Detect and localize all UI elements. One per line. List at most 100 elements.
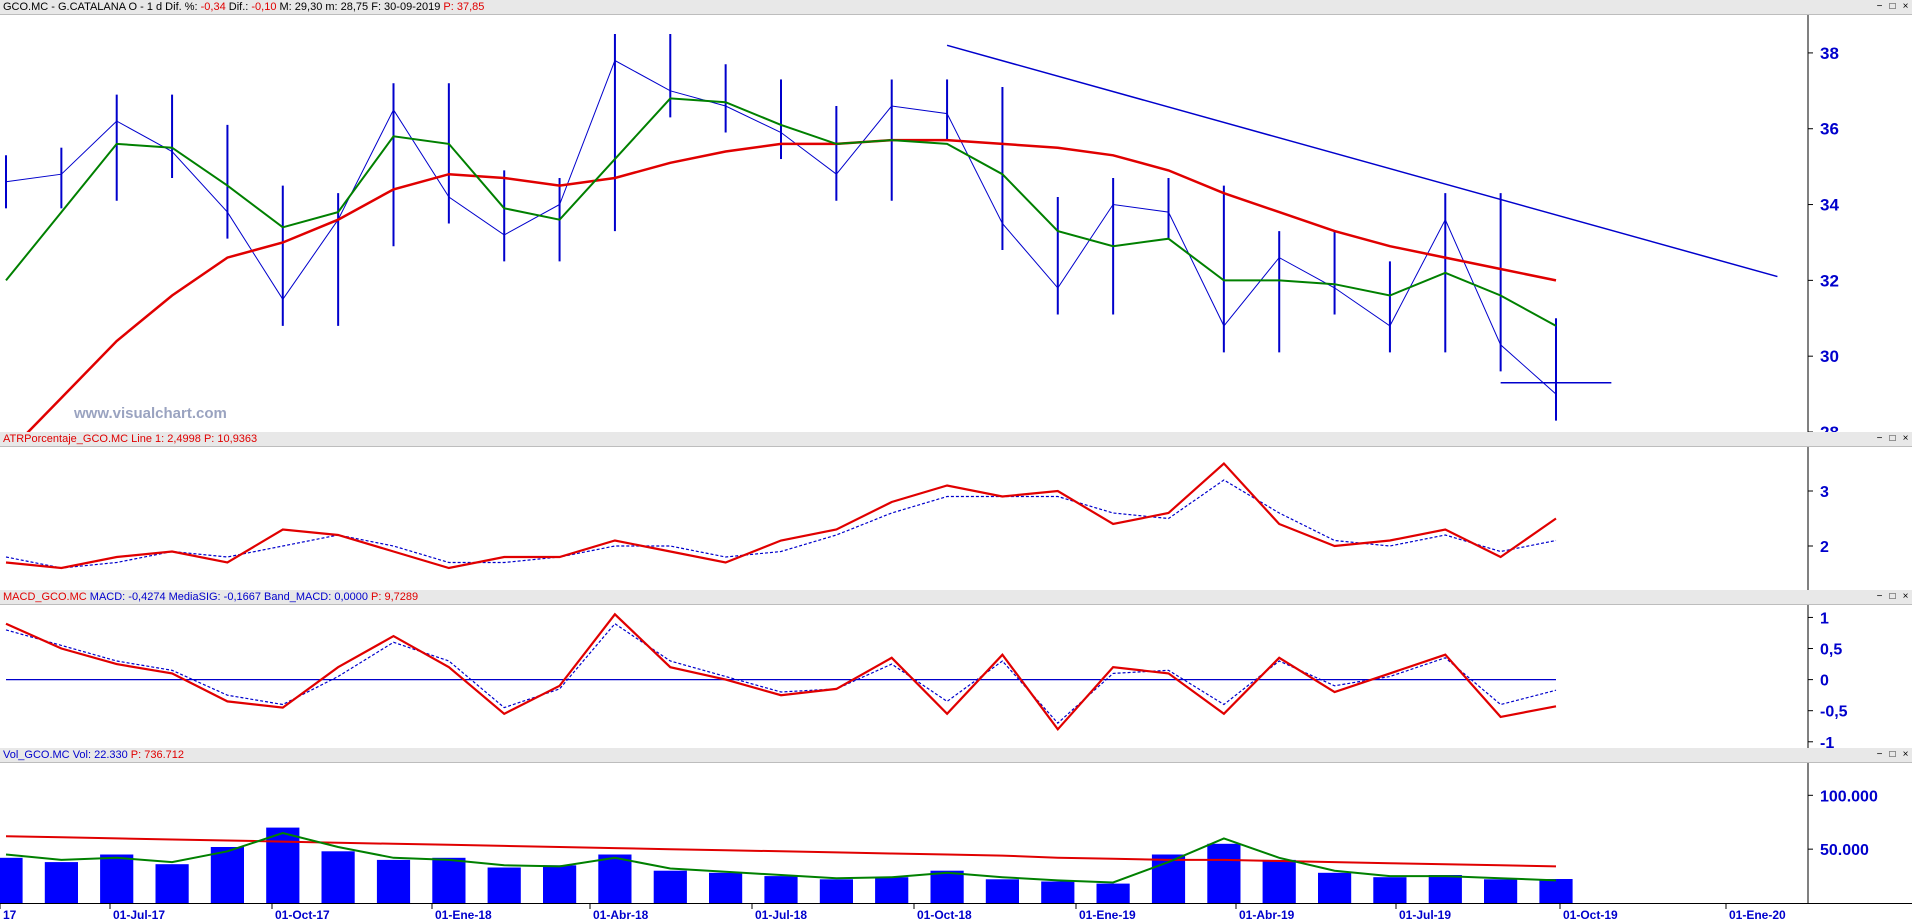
ma-long-line xyxy=(26,138,1557,432)
price-close-icon[interactable]: × xyxy=(1900,1,1911,12)
trendline[interactable] xyxy=(946,44,1778,278)
volume-bar xyxy=(1041,881,1075,903)
volume-bar xyxy=(266,827,300,903)
atr-chart[interactable]: 32 xyxy=(0,447,1912,590)
price-y-tick-label: 28 xyxy=(1820,423,1839,432)
macd-panel[interactable]: MACD_GCO.MC MACD: -0,4274 MediaSIG: -0,1… xyxy=(0,590,1912,748)
macd-y-tick-label: -0,5 xyxy=(1820,704,1848,721)
x-tick-label: 17 xyxy=(3,908,17,922)
vol-y-tick-label: 50.000 xyxy=(1820,842,1869,859)
macd-header-part: P: 9,7289 xyxy=(371,591,419,603)
macd-signal-line xyxy=(5,622,1557,724)
macd-y-tick-label: -1 xyxy=(1820,735,1834,748)
macd-chart[interactable]: 1 0,5 0 -0,5 -1 xyxy=(0,605,1912,748)
price-maximize-icon[interactable]: □ xyxy=(1887,1,1898,12)
volume-bar xyxy=(930,870,964,903)
year-label: 2020 xyxy=(1727,903,1754,904)
macd-header-part: MACD: -0,4274 MediaSIG: -0,1667 Band_MAC… xyxy=(89,591,372,603)
vol-header-part: P: 736.712 xyxy=(130,749,185,761)
volume-bar xyxy=(764,876,798,903)
volume-bar xyxy=(1373,877,1407,903)
atr-close-icon[interactable]: × xyxy=(1900,433,1911,444)
volume-bar xyxy=(100,854,134,903)
x-axis: 17 01-Jul-17 01-Oct-17 01-Ene-18 01-Abr-18 01… xyxy=(0,903,1912,923)
volume-bar xyxy=(210,847,244,903)
volume-bar xyxy=(155,864,189,903)
x-tick-label: 01-Jul-18 xyxy=(755,908,807,922)
x-tick-label: 01-Jul-17 xyxy=(113,908,165,922)
atr-minimize-icon[interactable]: − xyxy=(1874,433,1885,444)
volume-bar xyxy=(1484,879,1518,903)
price-header: GCO.MC - G.CATALANA O - 1 d Dif. %: -0,3… xyxy=(0,0,1912,15)
volume-bar xyxy=(1262,859,1296,903)
atr-header-part: ATRPorcentaje_GCO.MC Line 1: 2,4998 xyxy=(3,433,204,445)
price-header-part: -0,10 xyxy=(251,1,277,13)
macd-y-tick-label: 1 xyxy=(1820,610,1829,627)
volume-bar xyxy=(875,877,909,903)
price-header-part: P: 37,85 xyxy=(443,1,485,13)
volume-chart[interactable]: 100.000 50.000 xyxy=(0,763,1912,903)
price-panel[interactable]: GCO.MC - G.CATALANA O - 1 d Dif. %: -0,3… xyxy=(0,0,1912,432)
volume-panel[interactable]: Vol_GCO.MC Vol: 22.330 P: 736.712 − □ × 100… xyxy=(0,748,1912,903)
price-header-part: M: 29,30 m: 28,75 F: 30-09-2019 xyxy=(276,1,444,13)
x-tick-label: 01-Ene-19 xyxy=(1079,908,1136,922)
volume-bar xyxy=(543,865,577,903)
volume-bar xyxy=(321,851,355,903)
price-header-part: GCO.MC - G.CATALANA O - 1 d Dif. %: xyxy=(3,1,201,13)
volume-bar xyxy=(819,879,853,903)
macd-minimize-icon[interactable]: − xyxy=(1874,591,1885,602)
volume-bar xyxy=(376,859,411,903)
atr-header: ATRPorcentaje_GCO.MC Line 1: 2,4998 P: 1… xyxy=(0,432,1912,447)
macd-header: MACD_GCO.MC MACD: -0,4274 MediaSIG: -0,1… xyxy=(0,590,1912,605)
macd-y-tick-label: 0 xyxy=(1820,673,1829,690)
price-y-tick-label: 36 xyxy=(1820,120,1839,139)
volume-bar xyxy=(0,857,23,903)
x-tick-label: 01-Abr-18 xyxy=(593,908,649,922)
x-tick-label: 01-Oct-19 xyxy=(1563,908,1618,922)
volume-bar xyxy=(44,862,78,903)
volume-bar xyxy=(1318,872,1352,903)
price-header-part: Dif.: xyxy=(225,1,252,13)
volume-bar xyxy=(1428,875,1462,903)
atr-maximize-icon[interactable]: □ xyxy=(1887,433,1898,444)
price-chart[interactable]: 38 36 34 32 30 28 xyxy=(0,15,1912,432)
vol-y-tick-label: 100.000 xyxy=(1820,788,1878,805)
x-tick-label: 01-Oct-17 xyxy=(275,908,330,922)
macd-close-icon[interactable]: × xyxy=(1900,591,1911,602)
atr-line xyxy=(5,461,1557,570)
vol-maximize-icon[interactable]: □ xyxy=(1887,749,1898,760)
macd-y-tick-label: 0,5 xyxy=(1820,642,1842,659)
price-y-tick-label: 30 xyxy=(1820,347,1839,366)
atr-header-text: ATRPorcentaje_GCO.MC Line 1: 2,4998 P: 1… xyxy=(0,433,257,445)
macd-header-part: MACD_GCO.MC xyxy=(3,591,90,603)
macd-maximize-icon[interactable]: □ xyxy=(1887,591,1898,602)
vol-minimize-icon[interactable]: − xyxy=(1874,749,1885,760)
price-minimize-icon[interactable]: − xyxy=(1874,1,1885,12)
volume-header: Vol_GCO.MC Vol: 22.330 P: 736.712 − □ × xyxy=(0,748,1912,763)
x-tick-label: 01-Ene-18 xyxy=(435,908,492,922)
price-y-tick-label: 38 xyxy=(1820,44,1839,63)
volume-bar xyxy=(1539,879,1573,903)
x-tick-label: 01-Oct-18 xyxy=(917,908,972,922)
price-y-tick-label: 32 xyxy=(1820,271,1839,290)
volume-header-text: Vol_GCO.MC Vol: 22.330 P: 736.712 xyxy=(0,749,184,761)
volume-bar xyxy=(1096,883,1130,903)
volume-bar xyxy=(432,857,466,903)
volume-bar xyxy=(598,854,632,903)
volume-bar xyxy=(653,870,687,903)
vol-header-part: Vol: 22.330 xyxy=(72,749,131,761)
volume-bar xyxy=(985,879,1019,903)
price-header-part: -0,34 xyxy=(200,1,226,13)
atr-y-tick-label: 2 xyxy=(1820,539,1829,556)
atr-y-tick-label: 3 xyxy=(1820,484,1829,501)
atr-panel[interactable]: ATRPorcentaje_GCO.MC Line 1: 2,4998 P: 1… xyxy=(0,432,1912,590)
x-tick-label: 01-Abr-19 xyxy=(1239,908,1295,922)
price-y-tick-label: 34 xyxy=(1820,196,1839,215)
volume-bar xyxy=(709,872,743,903)
atr-header-part: P: 10,9363 xyxy=(203,433,258,445)
x-tick-label: 01-Jul-19 xyxy=(1399,908,1451,922)
volume-bar xyxy=(1207,843,1241,903)
vol-header-part: Vol_GCO.MC xyxy=(3,749,73,761)
x-tick-label: 01-Ene-20 xyxy=(1729,908,1786,922)
vol-close-icon[interactable]: × xyxy=(1900,749,1911,760)
